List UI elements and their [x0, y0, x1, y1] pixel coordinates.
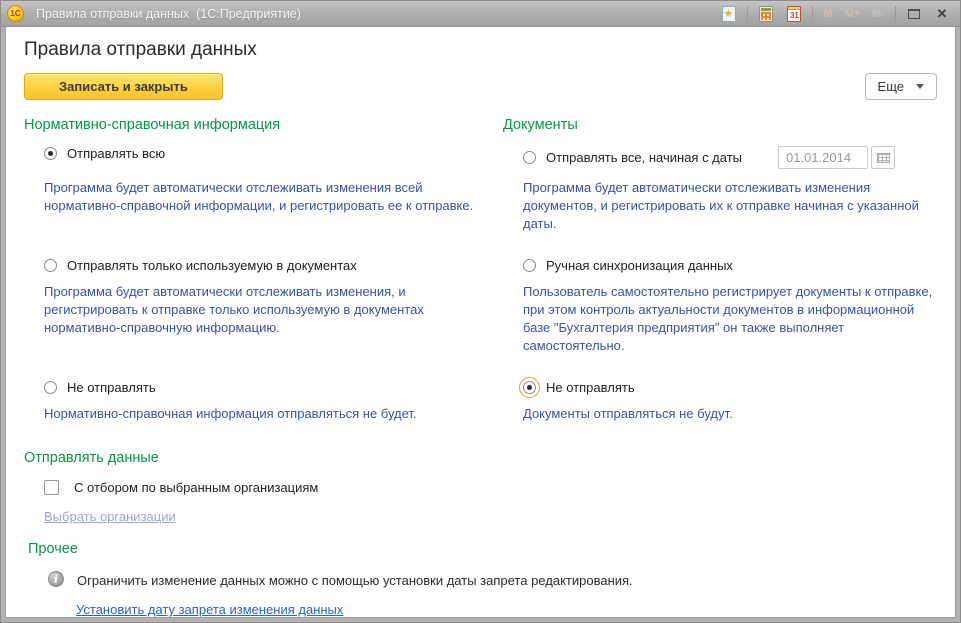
memory-m-plus-button[interactable]: M+ — [843, 8, 863, 20]
checkbox-label: С отбором по выбранным организациям — [74, 480, 318, 495]
1c-app-icon[interactable]: 1С — [7, 5, 24, 22]
close-icon: ✕ — [937, 7, 948, 20]
radio-button-icon[interactable] — [523, 381, 536, 394]
calendar-icon: 31 — [787, 6, 801, 22]
start-date-input[interactable] — [778, 146, 868, 169]
radio-button-icon[interactable] — [523, 259, 536, 272]
calculator-icon — [759, 6, 773, 22]
titlebar: 1С Правила отправки данных (1С:Предприят… — [1, 1, 960, 27]
memory-m-button[interactable]: M — [821, 8, 834, 20]
checkbox-filter-by-organizations[interactable]: С отбором по выбранным организациям — [24, 480, 503, 495]
page-title: Правила отправки данных — [24, 39, 937, 61]
hint-docs-send-from-date: Программа будет автоматически отслеживат… — [503, 179, 937, 233]
more-actions-button[interactable]: Еще — [865, 73, 937, 100]
radio-button-icon[interactable] — [44, 381, 57, 394]
titlebar-controls: 31 M M+ M- ✕ — [719, 4, 952, 24]
memory-m-minus-button[interactable]: M- — [870, 8, 887, 20]
set-restriction-date-link[interactable]: Установить дату запрета изменения данных — [76, 602, 343, 617]
titlebar-separator — [747, 6, 748, 22]
chevron-down-icon — [916, 84, 924, 89]
hint-nsi-send-used-only: Программа будет автоматически отслеживат… — [24, 283, 476, 337]
radio-label: Отправлять всю — [67, 146, 165, 161]
calendar-button[interactable]: 31 — [784, 4, 804, 24]
radio-docs-do-not-send[interactable]: Не отправлять — [503, 380, 937, 395]
calculator-button[interactable] — [756, 4, 776, 24]
favorites-doc-icon — [722, 6, 736, 22]
form-content: Правила отправки данных Записать и закры… — [5, 27, 956, 618]
radio-label: Не отправлять — [67, 380, 156, 395]
info-row: i Ограничить изменение данных можно с по… — [28, 571, 933, 589]
window-title: Правила отправки данных (1С:Предприятие) — [36, 7, 301, 21]
section-title-nsi: Нормативно-справочная информация — [24, 117, 503, 133]
radio-nsi-send-all[interactable]: Отправлять всю — [24, 146, 503, 161]
info-text: Ограничить изменение данных можно с помо… — [77, 571, 633, 589]
save-and-close-button[interactable]: Записать и закрыть — [24, 73, 223, 100]
titlebar-separator — [895, 6, 896, 22]
maximize-icon — [908, 9, 920, 19]
radio-button-icon[interactable] — [44, 147, 57, 160]
info-icon: i — [48, 571, 64, 587]
section-other: Прочее i Ограничить изменение данных мож… — [28, 541, 933, 618]
close-button[interactable]: ✕ — [932, 4, 952, 24]
date-picker-button[interactable] — [871, 146, 895, 169]
radio-label: Отправлять только используемую в докумен… — [67, 258, 357, 273]
radio-docs-send-from-date[interactable]: Отправлять все, начиная с даты — [503, 146, 937, 169]
section-title-other: Прочее — [28, 541, 933, 557]
settings-grid: Нормативно-справочная информация Докумен… — [24, 102, 937, 526]
radio-label: Ручная синхронизация данных — [546, 258, 733, 273]
radio-docs-manual-sync[interactable]: Ручная синхронизация данных — [503, 258, 937, 273]
checkbox-icon[interactable] — [44, 480, 59, 495]
radio-button-icon[interactable] — [523, 151, 536, 164]
section-title-documents: Документы — [503, 117, 937, 133]
radio-nsi-send-used-only[interactable]: Отправлять только используемую в докумен… — [24, 258, 503, 273]
toolbar: Записать и закрыть Еще — [24, 73, 937, 100]
date-picker-grid-icon — [877, 153, 890, 163]
select-organizations-link[interactable]: Выбрать организации — [44, 509, 176, 524]
hint-nsi-do-not-send: Нормативно-справочная информация отправл… — [24, 405, 476, 423]
hint-docs-manual-sync: Пользователь самостоятельно регистрирует… — [503, 283, 937, 355]
radio-label: Не отправлять — [546, 380, 635, 395]
hint-nsi-send-all: Программа будет автоматически отслеживат… — [24, 179, 476, 215]
radio-label: Отправлять все, начиная с даты — [546, 150, 742, 165]
section-title-send-data: Отправлять данные — [24, 450, 503, 466]
hint-docs-do-not-send: Документы отправляться не будут. — [503, 405, 937, 423]
maximize-button[interactable] — [904, 4, 924, 24]
start-date-group — [778, 146, 895, 169]
titlebar-separator — [812, 6, 813, 22]
service-functions-button[interactable] — [719, 4, 739, 24]
more-actions-label: Еще — [878, 79, 904, 94]
radio-nsi-do-not-send[interactable]: Не отправлять — [24, 380, 503, 395]
radio-button-icon[interactable] — [44, 259, 57, 272]
app-window: 1С Правила отправки данных (1С:Предприят… — [0, 0, 961, 623]
